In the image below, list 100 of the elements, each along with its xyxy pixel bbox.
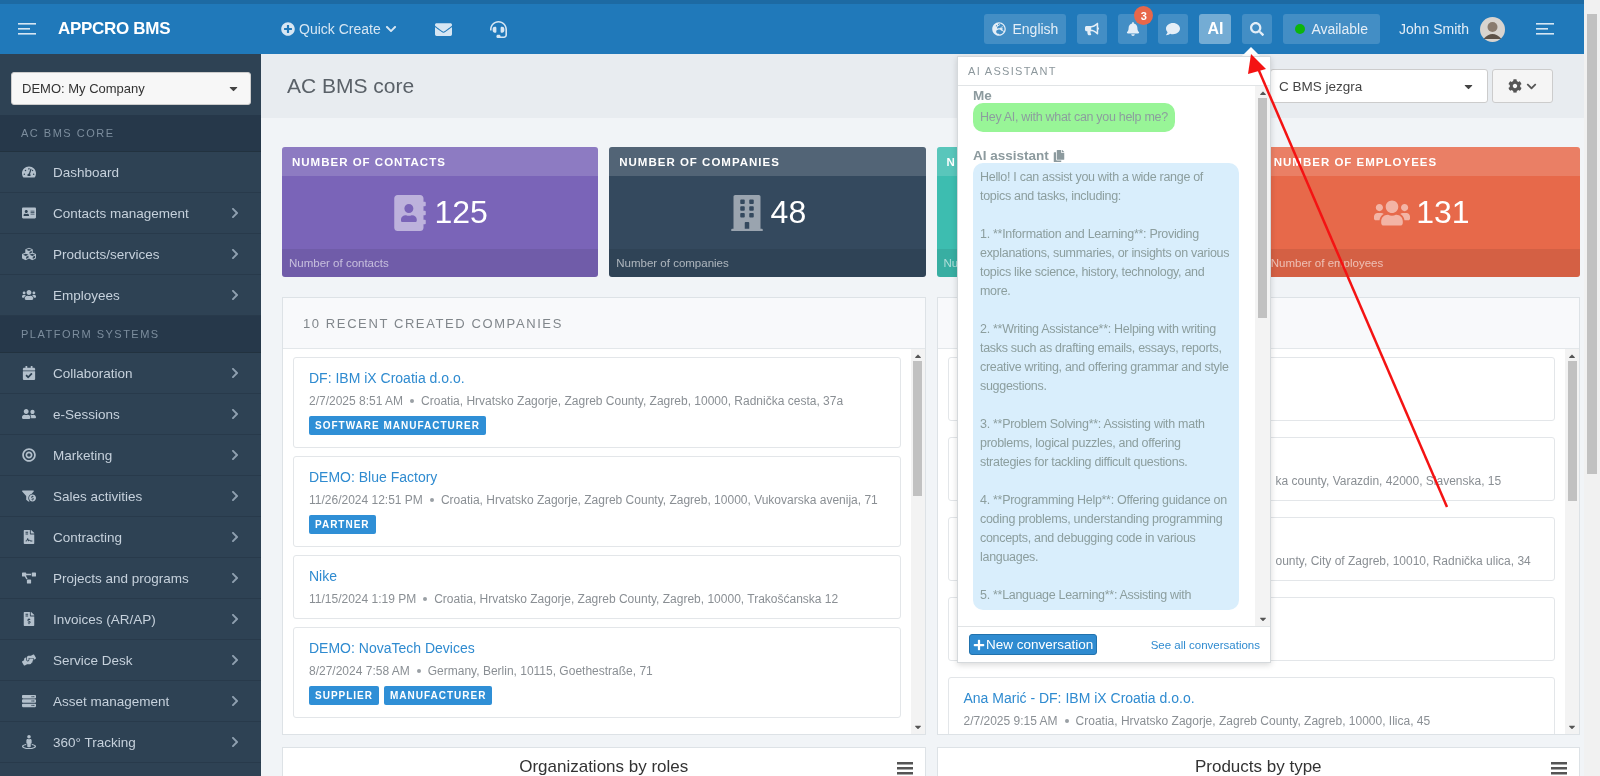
chart-title: Products by type: [1194, 757, 1322, 776]
diagram-icon: [22, 571, 36, 585]
chat-icon: [1166, 22, 1181, 36]
nav-item[interactable]: Marketing: [0, 435, 261, 476]
address: Croatia, Hrvatsko Zagorje, Zagreb County, Zagreb, 10000, Vukovarska avenija, 71: [440, 493, 878, 507]
menu-icon[interactable]: [1536, 23, 1554, 35]
funnel-icon: [22, 489, 36, 503]
people-icon: [22, 407, 36, 421]
address: ounty, City of Zagreb, 10010, Radnička ulica, 34: [1275, 554, 1531, 568]
address: Croatia, Hrvatsko Zagorje, Zagreb County, Zagreb, 10000, Ilica, 45: [1075, 714, 1431, 728]
user-name[interactable]: John Smith: [1398, 21, 1469, 37]
building-icon: [728, 194, 765, 231]
nav-item[interactable]: Dashboard: [0, 152, 261, 193]
card-caption: Nu: [943, 257, 959, 269]
settings-button[interactable]: [1492, 69, 1553, 103]
created-date: 11/15/2024 1:19 PM: [309, 592, 417, 606]
page-title: AC BMS core: [287, 74, 415, 98]
mail-icon[interactable]: [434, 20, 452, 38]
section-heading: PLATFORM SYSTEMS: [0, 316, 261, 353]
section-heading: AC BMS CORE: [0, 115, 261, 152]
plus-icon: [281, 22, 295, 36]
role-tag: SOFTWARE MANUFACTURER: [309, 416, 486, 435]
created-date: 2/7/2025 9:15 AM: [963, 714, 1058, 728]
search-icon: [1250, 22, 1265, 36]
chart-title: Organizations by roles: [519, 757, 689, 776]
message-author: Me: [973, 88, 992, 103]
menu-icon[interactable]: [896, 762, 913, 775]
bullet-icon: [416, 669, 421, 673]
bullet-icon: [423, 597, 428, 601]
status-dot: [1295, 24, 1306, 34]
created-date: 11/26/2024 12:51 PM: [309, 493, 423, 507]
hands-icon: [22, 653, 36, 667]
copy-icon[interactable]: [1052, 149, 1065, 162]
scroll-thumb[interactable]: [1567, 361, 1577, 501]
quick-create-button[interactable]: Quick Create: [281, 21, 397, 37]
new-conversation-button[interactable]: New conversation: [969, 634, 1098, 655]
brand-logo: APPCRO BMS: [58, 19, 171, 39]
card-value: 48: [770, 194, 807, 231]
contact-link[interactable]: Ana Marić - DF: IBM iX Croatia d.o.o.: [963, 690, 1539, 706]
scrollbar[interactable]: [1565, 349, 1579, 734]
nav-item[interactable]: Contracting: [0, 517, 261, 558]
settings-icon: [1508, 79, 1522, 93]
message-text: 5. **Language Learning**: Assisting with: [980, 587, 1193, 604]
message-text: Hello! I can assist you with a wide range of topics and tasks, including:: [980, 169, 1205, 205]
scroll-thumb[interactable]: [1258, 98, 1267, 318]
headset-icon[interactable]: [489, 20, 507, 38]
nav-item[interactable]: Contacts management: [0, 193, 261, 234]
invoice-icon: [22, 612, 36, 626]
card-caption: Number of companies: [616, 257, 729, 269]
page-scrollbar[interactable]: [1584, 0, 1600, 776]
card-caption: Number of contacts: [289, 257, 389, 269]
card-title: NUMBER OF CONTACTS: [292, 155, 446, 168]
address: Germany, Berlin, 10115, Goethestraße, 71: [427, 664, 653, 678]
card-value: 131: [1416, 194, 1470, 231]
scroll-thumb[interactable]: [1587, 14, 1597, 474]
avatar[interactable]: [1480, 16, 1505, 42]
address: Croatia, Hrvatsko Zagorje, Zagreb County, Zagreb, 10000, Trakošćanska 12: [434, 592, 839, 606]
target-icon: [22, 448, 36, 462]
role-tag: PARTNER: [309, 515, 376, 534]
menu-icon[interactable]: [18, 23, 36, 35]
calendar-check-icon: [22, 366, 36, 380]
bullet-icon: [410, 399, 415, 403]
nav-item[interactable]: Collaboration: [0, 353, 261, 394]
workspace-select[interactable]: C BMS jezgra: [1270, 69, 1488, 103]
server-icon: [22, 694, 36, 708]
nav-item[interactable]: Products/services: [0, 234, 261, 275]
message-author: AI assistant: [973, 148, 1049, 163]
bell-icon: [1125, 22, 1140, 36]
nav-item[interactable]: Invoices (AR/AP): [0, 599, 261, 640]
role-tag: SUPPLIER: [309, 686, 379, 705]
nav-item[interactable]: Asset management: [0, 681, 261, 722]
search-button[interactable]: [1242, 14, 1273, 44]
chat-button[interactable]: [1158, 14, 1189, 44]
document-icon: [22, 530, 36, 544]
nav-item[interactable]: Sales activities: [0, 476, 261, 517]
company-link[interactable]: Nike: [309, 568, 885, 584]
megaphone-icon: [1085, 22, 1100, 36]
scrollbar[interactable]: [1255, 86, 1270, 626]
id-card-icon: [22, 206, 36, 220]
role-tag: MANUFACTURER: [384, 686, 493, 705]
bullet-icon: [429, 498, 434, 502]
company-select[interactable]: DEMO: My Company: [11, 72, 251, 105]
message-text: Hey AI, with what can you help me?: [980, 109, 1168, 126]
scroll-thumb[interactable]: [913, 361, 922, 496]
announcements-button[interactable]: [1077, 14, 1108, 44]
conversations-link[interactable]: See all conversations: [1150, 638, 1260, 651]
menu-icon[interactable]: [1551, 762, 1567, 775]
company-link[interactable]: DEMO: Blue Factory: [309, 469, 885, 485]
message-text: 3. **Problem Solving**: Assisting with math problems, logical puzzles, and offering strategies for tackling difficult questions.: [980, 416, 1206, 471]
person-pin-icon: [22, 735, 36, 749]
card-value: 125: [434, 194, 488, 231]
scrollbar[interactable]: [910, 349, 925, 734]
company-link[interactable]: DEMO: NovaTech Devices: [309, 640, 885, 656]
plus-icon: [973, 638, 985, 651]
notification-badge: 3: [1134, 6, 1154, 25]
boxes-icon: [22, 247, 36, 261]
dashboard-gauge-icon: [22, 165, 36, 179]
message-text: 1. **Information and Learning**: Providing explanations, summaries, or insights on various topics like science, history, technology, and more.: [980, 226, 1231, 300]
company-link[interactable]: DF: IBM iX Croatia d.o.o.: [309, 370, 885, 386]
card-title: NUMBER OF COMPANIES: [619, 155, 780, 168]
